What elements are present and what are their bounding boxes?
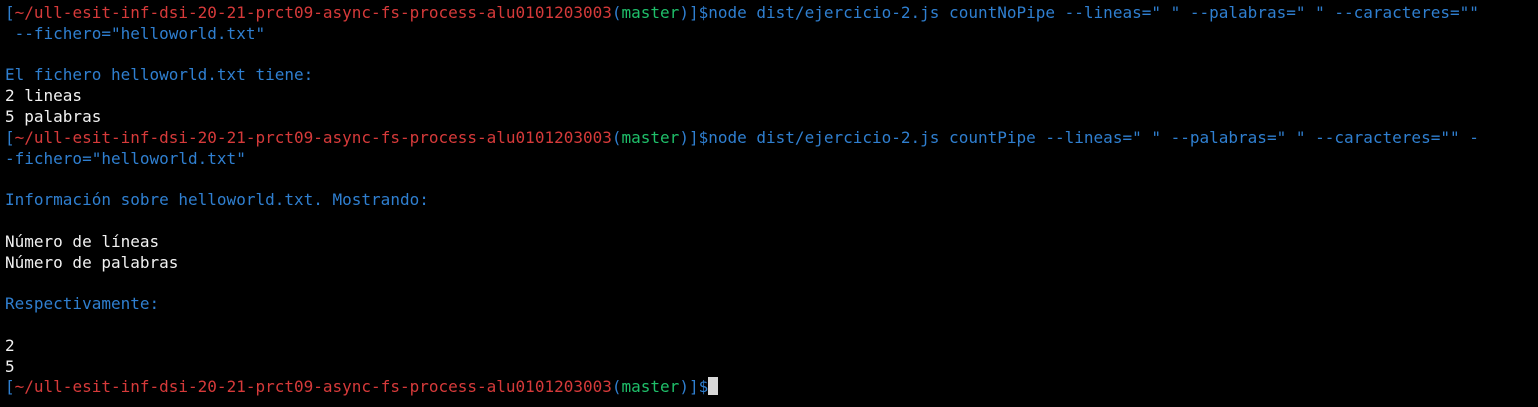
output-line: Número de líneas	[0, 232, 1538, 253]
output-line: 5	[0, 357, 1538, 378]
output-line: 2	[0, 336, 1538, 357]
output-header: Información sobre helloworld.txt. Mostra…	[5, 190, 429, 210]
command-continuation: --fichero="helloworld.txt"	[0, 24, 1538, 45]
prompt-close-bracket: ]	[688, 127, 699, 147]
output-words-count: 5 palabras	[5, 106, 102, 126]
prompt-line-2: [~/ull-esit-inf-dsi-20-21-prct09-async-f…	[0, 128, 1538, 149]
prompt-branch: master	[621, 127, 680, 147]
prompt-open-bracket: [	[5, 377, 15, 397]
output-line: Número de palabras	[0, 253, 1538, 274]
output-label-lines: Número de líneas	[5, 231, 160, 251]
command-text: -fichero="helloworld.txt"	[5, 148, 246, 168]
output-label-words: Número de palabras	[5, 252, 179, 272]
output-value-words: 5	[5, 356, 15, 376]
prompt-open-bracket: [	[5, 127, 15, 147]
prompt-path: ~/ull-esit-inf-dsi-20-21-prct09-async-fs…	[14, 127, 612, 147]
prompt-branch: master	[621, 377, 680, 397]
prompt-symbol: $	[698, 127, 709, 147]
output-value-lines: 2	[5, 335, 15, 355]
command-text: --fichero="helloworld.txt"	[5, 23, 266, 43]
prompt-close-bracket: ]	[688, 377, 699, 397]
prompt-open-bracket: [	[5, 3, 15, 22]
prompt-path: ~/ull-esit-inf-dsi-20-21-prct09-async-fs…	[14, 3, 612, 22]
output-lines-count: 2 lineas	[5, 86, 83, 106]
prompt-symbol: $	[698, 3, 709, 22]
command-text: node dist/ejercicio-2.js countPipe --lin…	[708, 127, 1479, 147]
output-line: El fichero helloworld.txt tiene:	[0, 65, 1538, 86]
output-line: 2 lineas	[0, 86, 1538, 107]
prompt-branch-open: (	[611, 127, 622, 147]
prompt-close-bracket: ]	[688, 3, 699, 22]
prompt-path: ~/ull-esit-inf-dsi-20-21-prct09-async-fs…	[14, 377, 612, 397]
prompt-branch: master	[621, 3, 680, 22]
prompt-line-3[interactable]: [~/ull-esit-inf-dsi-20-21-prct09-async-f…	[0, 377, 1538, 398]
command-text: node dist/ejercicio-2.js countNoPipe --l…	[708, 3, 1479, 22]
prompt-branch-close: )	[679, 127, 689, 147]
prompt-branch-close: )	[679, 377, 689, 397]
text-cursor[interactable]	[708, 377, 719, 396]
output-respectively: Respectivamente:	[5, 294, 160, 314]
output-line: Respectivamente:	[0, 294, 1538, 315]
output-header: El fichero helloworld.txt tiene:	[5, 65, 314, 85]
prompt-symbol: $	[698, 377, 709, 397]
output-line: 5 palabras	[0, 107, 1538, 128]
prompt-branch-open: (	[611, 3, 622, 22]
prompt-branch-open: (	[611, 377, 622, 397]
prompt-branch-close: )	[679, 3, 689, 22]
prompt-line-1: [~/ull-esit-inf-dsi-20-21-prct09-async-f…	[0, 3, 1538, 24]
command-continuation: -fichero="helloworld.txt"	[0, 149, 1538, 170]
terminal-window[interactable]: [~/ull-esit-inf-dsi-20-21-prct09-async-f…	[0, 0, 1538, 407]
output-line: Información sobre helloworld.txt. Mostra…	[0, 190, 1538, 211]
